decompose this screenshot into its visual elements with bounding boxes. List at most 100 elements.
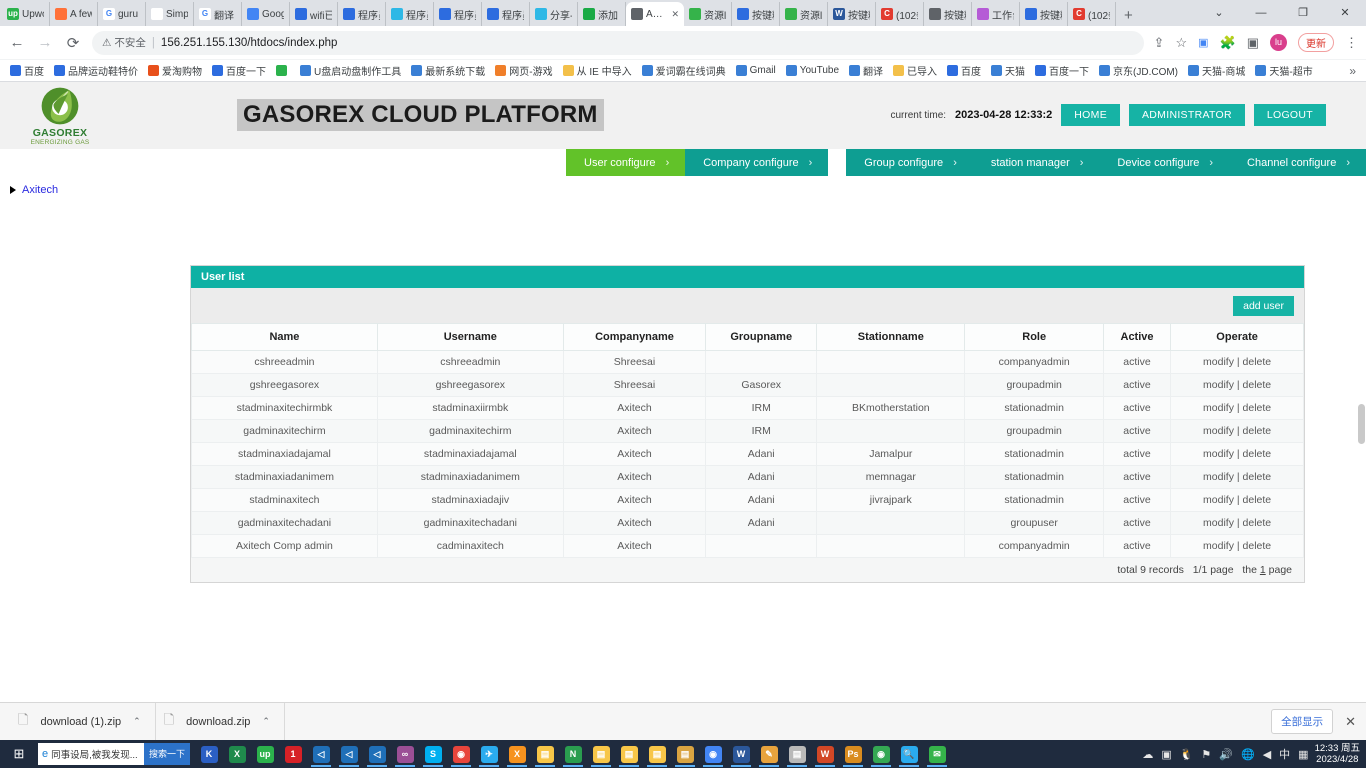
nav-item-user-configure[interactable]: User configure › — [566, 149, 686, 176]
cell-operate[interactable]: modify | delete — [1170, 396, 1304, 420]
scrollbar-thumb[interactable] — [1358, 404, 1365, 444]
taskbar-navicat-icon[interactable]: N — [560, 741, 586, 767]
cell-operate[interactable]: modify | delete — [1170, 511, 1304, 535]
taskbar-chrome-icon[interactable]: ◉ — [868, 741, 894, 767]
nav-item-device-configure[interactable]: Device configure › — [1099, 149, 1230, 176]
taskbar-search-button[interactable]: 搜索一下 — [143, 743, 190, 765]
chevron-up-icon[interactable]: ⌃ — [133, 716, 141, 727]
download-item[interactable]: 🗋 download.zip ⌃ — [156, 702, 285, 741]
taskbar-search-icon[interactable]: 🔍 — [896, 741, 922, 767]
bookmark-item[interactable]: Gmail — [732, 64, 780, 77]
close-downloads-bar-icon[interactable]: ✕ — [1345, 714, 1356, 730]
browser-tab[interactable]: 程序员 — [338, 2, 386, 26]
browser-tab[interactable]: 分享- — [530, 2, 578, 26]
window-close-button[interactable]: ✕ — [1324, 0, 1366, 26]
app-blue-icon[interactable]: ▣ — [1161, 748, 1171, 761]
taskbar-editor-icon[interactable]: ✎ — [756, 741, 782, 767]
taskbar-chrome-icon[interactable]: ◉ — [448, 741, 474, 767]
show-all-downloads-button[interactable]: 全部显示 — [1271, 709, 1334, 734]
start-button-icon[interactable]: ⊞ — [0, 746, 38, 762]
browser-tab[interactable]: 程序员 — [386, 2, 434, 26]
bookmark-item[interactable]: 品牌运动鞋特价 — [50, 62, 142, 79]
nav-item-channel-configure[interactable]: Channel configure › — [1229, 149, 1366, 176]
taskbar-xampp-icon[interactable]: X — [504, 741, 530, 767]
reload-icon[interactable]: ⟳ — [64, 34, 82, 52]
flag-icon[interactable]: ⚑ — [1201, 748, 1211, 761]
translate-icon[interactable]: ▣ — [1198, 36, 1208, 49]
administrator-button[interactable]: ADMINISTRATOR — [1129, 104, 1245, 126]
taskbar-vscode-icon[interactable]: ◁ — [308, 741, 334, 767]
cell-operate[interactable]: modify | delete — [1170, 442, 1304, 466]
network-icon[interactable]: 🌐 — [1241, 748, 1255, 761]
browser-tab[interactable]: 工作台 — [972, 2, 1020, 26]
bookmark-item[interactable]: 已导入 — [889, 62, 941, 79]
home-button[interactable]: HOME — [1061, 104, 1120, 126]
taskbar-wps-icon[interactable]: K — [196, 741, 222, 767]
taskbar-visualstudio-icon[interactable]: ∞ — [392, 741, 418, 767]
chevron-up-icon[interactable]: ⌃ — [262, 716, 270, 727]
taskbar-clock[interactable]: 12:33 周五 2023/4/28 — [1315, 743, 1366, 765]
browser-tab[interactable]: A few — [50, 2, 98, 26]
taskbar-skype-icon[interactable]: S — [420, 741, 446, 767]
column-header-groupname[interactable]: Groupname — [705, 323, 818, 351]
extensions-puzzle-icon[interactable]: 🧩 — [1220, 35, 1236, 51]
browser-tab[interactable]: Goog — [242, 2, 290, 26]
browser-tab[interactable]: C(102条 — [876, 2, 924, 26]
bookmark-item[interactable]: 翻译 — [845, 62, 887, 79]
column-header-username[interactable]: Username — [376, 323, 564, 351]
keyboard-icon[interactable]: ▦ — [1298, 748, 1308, 761]
browser-tab[interactable]: A… ✕ — [626, 2, 684, 26]
taskbar-vscode-icon[interactable]: ◁ — [336, 741, 362, 767]
browser-tab[interactable]: wifi已 — [290, 2, 338, 26]
window-minimize-button[interactable]: — — [1240, 0, 1282, 26]
cell-operate[interactable]: modify | delete — [1170, 465, 1304, 489]
add-user-button[interactable]: add user — [1233, 295, 1294, 316]
bookmark-item[interactable]: 从 IE 中导入 — [559, 62, 636, 79]
logout-button[interactable]: LOGOUT — [1253, 104, 1326, 126]
bookmark-item[interactable]: YouTube — [782, 64, 843, 77]
nav-item-group-configure[interactable]: Group configure › — [846, 149, 973, 176]
browser-tab[interactable]: C(102条 — [1068, 2, 1116, 26]
forward-icon[interactable]: → — [36, 34, 54, 51]
bookmark-item[interactable]: 网页-游戏 — [491, 62, 556, 79]
bookmark-item[interactable]: 爱词霸在线词典 — [638, 62, 730, 79]
sound-icon[interactable]: ◀ — [1263, 748, 1271, 761]
taskbar-notify-icon[interactable]: 1 — [280, 741, 306, 767]
nav-item-company-configure[interactable]: Company configure › — [685, 149, 829, 176]
bookmark-item[interactable]: 百度一下 — [1031, 62, 1093, 79]
close-tab-icon[interactable]: ✕ — [671, 9, 679, 20]
taskbar-search-box[interactable]: e 同事设局,被我发现... 搜索一下 — [38, 743, 190, 765]
taskbar-telegram-icon[interactable]: ✈ — [476, 741, 502, 767]
sidebar-item-axitech[interactable]: Axitech — [10, 184, 128, 196]
download-item[interactable]: 🗋 download (1).zip ⌃ — [10, 702, 156, 741]
update-button[interactable]: 更新 — [1298, 33, 1334, 52]
page-scrollbar[interactable] — [1357, 176, 1366, 702]
taskbar-folder-icon[interactable]: ▤ — [672, 741, 698, 767]
bookmark-item[interactable]: 百度 — [6, 62, 48, 79]
ime-icon[interactable]: 中 — [1279, 746, 1290, 762]
cell-operate[interactable]: modify | delete — [1170, 534, 1304, 558]
back-icon[interactable]: ← — [8, 34, 26, 51]
bookmark-item[interactable]: 百度 — [943, 62, 985, 79]
bookmark-item[interactable]: 最新系统下载 — [407, 62, 489, 79]
profile-avatar[interactable]: lu — [1270, 34, 1287, 51]
bookmark-item[interactable]: 天猫 — [987, 62, 1029, 79]
taskbar-folder-icon[interactable]: ▤ — [616, 741, 642, 767]
taskbar-word-icon[interactable]: W — [728, 741, 754, 767]
chrome-menu-icon[interactable]: ⋮ — [1345, 35, 1358, 51]
cell-operate[interactable]: modify | delete — [1170, 419, 1304, 443]
address-bar[interactable]: ⚠ 不安全 | 156.251.155.130/htdocs/index.php — [92, 30, 1144, 55]
cell-operate[interactable]: modify | delete — [1170, 350, 1304, 374]
window-maximize-button[interactable]: ❐ — [1282, 0, 1324, 26]
bookmark-item[interactable]: 百度一下 — [208, 62, 270, 79]
taskbar-chrome-icon[interactable]: ◉ — [700, 741, 726, 767]
taskbar-folder-icon[interactable]: ▤ — [644, 741, 670, 767]
browser-tab[interactable]: 按键精 — [924, 2, 972, 26]
browser-tab[interactable]: 按键精 — [732, 2, 780, 26]
browser-tab[interactable]: 资源l — [684, 2, 732, 26]
cell-operate[interactable]: modify | delete — [1170, 373, 1304, 397]
taskbar-wps-icon[interactable]: W — [812, 741, 838, 767]
taskbar-notepad-icon[interactable]: ▤ — [784, 741, 810, 767]
nav-item-station-manager[interactable]: station manager › — [972, 149, 1100, 176]
browser-tab[interactable]: Simp — [146, 2, 194, 26]
